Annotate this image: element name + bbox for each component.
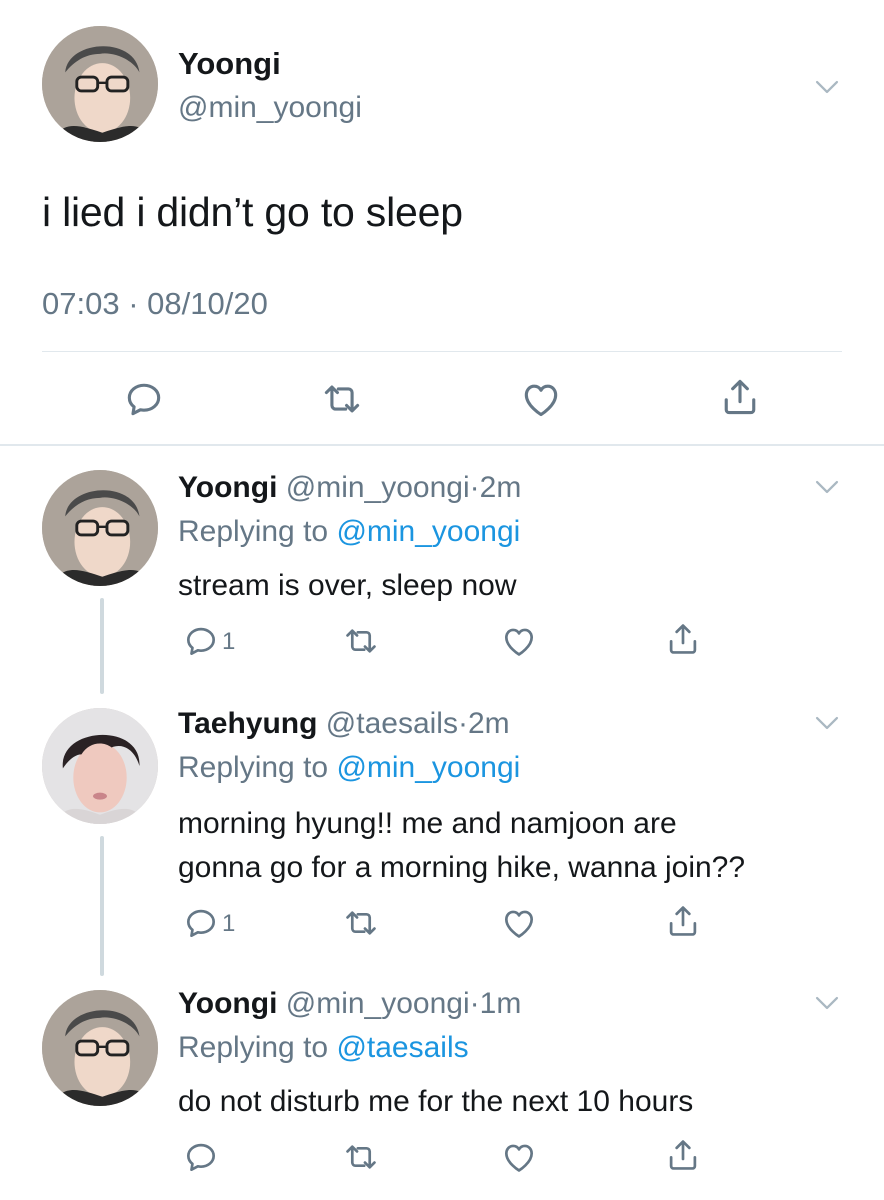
heart-icon[interactable] bbox=[500, 622, 538, 660]
mention-link[interactable]: @min_yoongi bbox=[336, 515, 520, 548]
tweet-text: stream is over, sleep now bbox=[178, 569, 517, 602]
share-icon[interactable] bbox=[664, 620, 702, 658]
replying-to: Replying to @min_yoongi bbox=[178, 514, 520, 550]
dot-separator: · bbox=[469, 987, 480, 1020]
display-name[interactable]: Yoongi bbox=[178, 46, 281, 82]
tweet-text: morning hyung!! me and namjoon are gonna… bbox=[178, 802, 745, 890]
heart-icon[interactable] bbox=[500, 904, 538, 942]
handle[interactable]: @min_yoongi bbox=[286, 471, 470, 504]
share-icon[interactable] bbox=[664, 902, 702, 940]
divider bbox=[42, 351, 842, 352]
reply-count: 1 bbox=[222, 628, 236, 655]
reply-icon[interactable] bbox=[182, 904, 220, 942]
retweet-icon[interactable] bbox=[342, 1138, 380, 1176]
chevron-down-icon[interactable] bbox=[810, 986, 844, 1020]
avatar-photo bbox=[42, 470, 158, 586]
replying-to: Replying to @taesails bbox=[178, 1030, 469, 1066]
handle[interactable]: @min_yoongi bbox=[286, 987, 470, 1020]
heart-icon[interactable] bbox=[519, 377, 563, 421]
dot-separator: · bbox=[469, 471, 480, 504]
avatar[interactable] bbox=[42, 26, 158, 142]
avatar[interactable] bbox=[42, 470, 158, 586]
mention-link[interactable]: @min_yoongi bbox=[336, 751, 520, 784]
reply-header: Taehyung @taesails·2m bbox=[178, 706, 510, 742]
tweet-date: 08/10/20 bbox=[147, 286, 268, 321]
heart-icon[interactable] bbox=[500, 1138, 538, 1176]
reply-age: 2m bbox=[479, 471, 522, 504]
reply-age: 2m bbox=[467, 707, 510, 740]
avatar-photo bbox=[42, 990, 158, 1106]
tweet-time: 07:03 bbox=[42, 286, 120, 321]
avatar[interactable] bbox=[42, 708, 158, 824]
tweet-timestamp: 07:03 · 08/10/20 bbox=[42, 284, 268, 324]
reply-age: 1m bbox=[479, 987, 522, 1020]
display-name[interactable]: Taehyung bbox=[178, 707, 317, 740]
reply-header: Yoongi @min_yoongi·1m bbox=[178, 986, 521, 1022]
dot-separator: · bbox=[457, 707, 468, 740]
share-icon[interactable] bbox=[664, 1136, 702, 1174]
tweet-text: i lied i didn’t go to sleep bbox=[42, 189, 463, 235]
retweet-icon[interactable] bbox=[342, 622, 380, 660]
retweet-icon[interactable] bbox=[320, 377, 364, 421]
timestamp-separator: · bbox=[128, 286, 139, 321]
handle[interactable]: @taesails bbox=[326, 707, 458, 740]
avatar-photo bbox=[42, 26, 158, 142]
chevron-down-icon[interactable] bbox=[810, 706, 844, 740]
thread-line bbox=[100, 836, 104, 976]
replying-to-label: Replying to bbox=[178, 1031, 329, 1064]
reply-icon[interactable] bbox=[122, 377, 166, 421]
share-icon[interactable] bbox=[718, 375, 762, 419]
section-divider bbox=[0, 444, 884, 446]
thread-line bbox=[100, 598, 104, 694]
reply-icon[interactable] bbox=[182, 1138, 220, 1176]
display-name[interactable]: Yoongi bbox=[178, 987, 277, 1020]
handle[interactable]: @min_yoongi bbox=[178, 90, 362, 126]
chevron-down-icon[interactable] bbox=[810, 470, 844, 504]
display-name[interactable]: Yoongi bbox=[178, 471, 277, 504]
replying-to-label: Replying to bbox=[178, 515, 329, 548]
mention-link[interactable]: @taesails bbox=[336, 1031, 468, 1064]
avatar-photo bbox=[42, 708, 158, 824]
reply-icon[interactable] bbox=[182, 622, 220, 660]
avatar[interactable] bbox=[42, 990, 158, 1106]
replying-to-label: Replying to bbox=[178, 751, 329, 784]
tweet-text-line: morning hyung!! me and namjoon are bbox=[178, 807, 677, 840]
reply-count: 1 bbox=[222, 910, 236, 937]
retweet-icon[interactable] bbox=[342, 904, 380, 942]
tweet-text-line: gonna go for a morning hike, wanna join?… bbox=[178, 851, 746, 884]
replying-to: Replying to @min_yoongi bbox=[178, 750, 520, 786]
tweet-text: do not disturb me for the next 10 hours bbox=[178, 1085, 694, 1118]
reply-header: Yoongi @min_yoongi·2m bbox=[178, 470, 521, 506]
chevron-down-icon[interactable] bbox=[810, 70, 844, 104]
